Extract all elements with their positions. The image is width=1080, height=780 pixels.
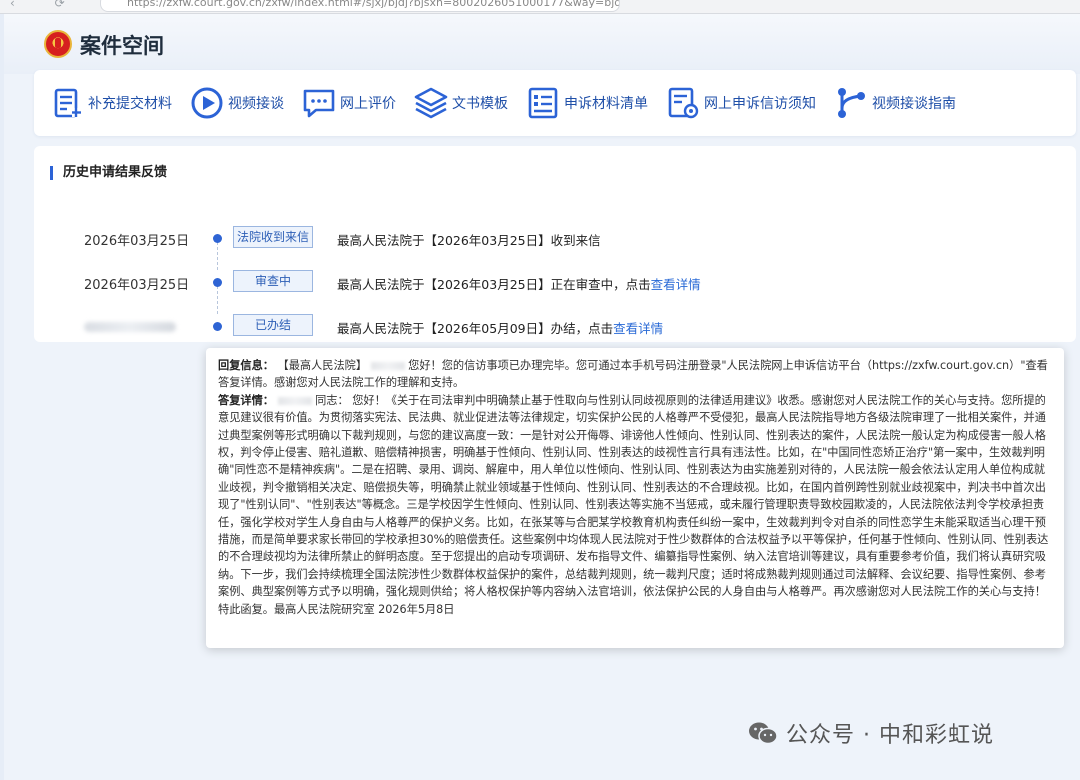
toolbar-item-notice[interactable]: 网上申诉信访须知 bbox=[664, 84, 816, 122]
reply-info-label: 回复信息： bbox=[218, 359, 274, 372]
list-document-icon bbox=[528, 87, 558, 119]
toolbar-label: 申诉材料清单 bbox=[564, 96, 648, 112]
view-details-link[interactable]: 查看详情 bbox=[613, 321, 663, 336]
row-message: 最高人民法院于【2026年03月25日】正在审查中，点击查看详情 bbox=[337, 277, 701, 292]
browser-nav-icons[interactable]: ‹ ⟳ bbox=[10, 0, 83, 10]
history-row: 已办结 最高人民法院于【2026年05月09日】办结，点击查看详情 bbox=[34, 312, 1074, 342]
redacted-name bbox=[277, 396, 312, 405]
row-date-redacted bbox=[84, 322, 176, 332]
action-toolbar: 补充提交材料 视频接谈 网上评价 文书模板 申诉材料清单 网上申诉信访须知 视频… bbox=[34, 70, 1076, 136]
wechat-icon bbox=[749, 722, 778, 745]
toolbar-label: 补充提交材料 bbox=[88, 96, 172, 112]
toolbar-item-online-rating[interactable]: 网上评价 bbox=[300, 84, 396, 122]
row-message: 最高人民法院于【2026年05月09日】办结，点击查看详情 bbox=[337, 321, 664, 336]
url-field[interactable]: https://zxfw.court.gov.cn/zxfw/index.htm… bbox=[100, 0, 620, 12]
document-upload-icon bbox=[54, 88, 81, 118]
history-panel: 历史申请结果反馈 2026年03月25日 法院收到来信 最高人民法院于【2026… bbox=[34, 146, 1076, 342]
history-row: 2026年03月25日 法院收到来信 最高人民法院于【2026年03月25日】收… bbox=[34, 224, 1074, 254]
toolbar-item-video-talk[interactable]: 视频接谈 bbox=[188, 84, 284, 122]
section-title: 历史申请结果反馈 bbox=[50, 166, 167, 180]
reply-detail-salutation: 同志： bbox=[315, 393, 349, 407]
toolbar-item-templates[interactable]: 文书模板 bbox=[412, 84, 508, 122]
reply-info-sender: 【最高人民法院】 bbox=[277, 359, 368, 372]
timeline-dot bbox=[213, 234, 222, 243]
toolbar-label: 网上申诉信访须知 bbox=[704, 96, 816, 112]
page-title: 案件空间 bbox=[80, 34, 164, 58]
page-header: 案件空间 bbox=[4, 14, 1080, 74]
watermark: 公众号 · 中和彩虹说 bbox=[748, 717, 994, 749]
toolbar-item-materials-list[interactable]: 申诉材料清单 bbox=[524, 84, 648, 122]
toolbar-label: 视频接谈 bbox=[228, 96, 284, 112]
row-message: 最高人民法院于【2026年03月25日】收到来信 bbox=[337, 233, 601, 248]
chat-bubble-icon bbox=[303, 89, 335, 118]
row-date: 2026年03月25日 bbox=[84, 278, 190, 293]
toolbar-label: 视频接谈指南 bbox=[872, 96, 956, 112]
timeline-dot bbox=[213, 278, 222, 287]
history-row: 2026年03月25日 审查中 最高人民法院于【2026年03月25日】正在审查… bbox=[34, 268, 1074, 298]
notice-badge-icon bbox=[668, 87, 699, 119]
toolbar-label: 网上评价 bbox=[340, 96, 396, 112]
view-details-link[interactable]: 查看详情 bbox=[651, 277, 701, 292]
status-badge: 已办结 bbox=[233, 314, 313, 336]
toolbar-label: 文书模板 bbox=[452, 96, 508, 112]
reply-detail-popup: 回复信息： 【最高人民法院】 您好！您的信访事项已办理完毕。您可通过本手机号码注… bbox=[206, 348, 1064, 648]
status-badge: 法院收到来信 bbox=[233, 226, 313, 248]
watermark-text: 公众号 · 中和彩虹说 bbox=[786, 723, 994, 748]
reply-detail-label: 答复详情： bbox=[218, 393, 274, 407]
timeline-dot bbox=[213, 322, 222, 331]
play-circle-icon bbox=[191, 87, 223, 119]
browser-address-bar: ‹ ⟳ https://zxfw.court.gov.cn/zxfw/index… bbox=[0, 0, 1080, 14]
redacted-name bbox=[370, 362, 405, 370]
row-date: 2026年03月25日 bbox=[84, 234, 190, 249]
toolbar-item-video-guide[interactable]: 视频接谈指南 bbox=[832, 84, 956, 122]
court-emblem-icon bbox=[44, 30, 72, 58]
toolbar-item-supplement[interactable]: 补充提交材料 bbox=[48, 84, 172, 122]
status-badge: 审查中 bbox=[233, 270, 313, 292]
layers-icon bbox=[414, 87, 448, 119]
reply-detail-text: 您好！《关于在司法审判中明确禁止基于性取向与性别认同歧视原则的法律适用建议》收悉… bbox=[218, 393, 1049, 616]
guide-flow-icon bbox=[838, 88, 865, 118]
